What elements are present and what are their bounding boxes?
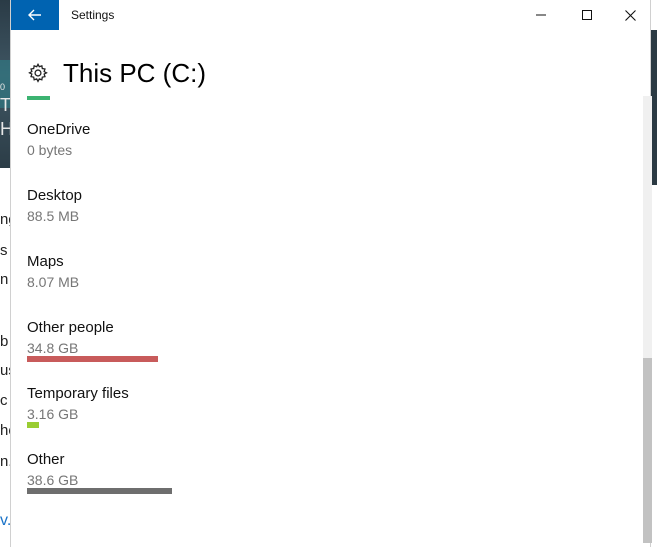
category-name: OneDrive [27, 121, 91, 138]
scrollbar[interactable] [643, 96, 652, 543]
gear-icon [28, 62, 48, 83]
list-item[interactable]: OneDrive 0 bytes [27, 121, 627, 187]
background-window-left: 0 T H ng s n b us c he n. v. [0, 0, 10, 547]
list-item[interactable]: Temporary files 3.16 GB [27, 385, 627, 451]
background-link: v. [0, 512, 10, 529]
page-title: This PC (C:) [63, 57, 206, 88]
background-text: us [0, 362, 10, 379]
page-header: This PC (C:) [27, 56, 206, 90]
settings-window: Settings This PC (C:) OneDrive 0 bytes D… [10, 0, 652, 547]
category-name: Other people [27, 319, 114, 336]
close-button[interactable] [607, 0, 653, 30]
background-text: n [0, 271, 9, 288]
minimize-icon [536, 14, 546, 16]
background-text: s [0, 242, 8, 259]
list-item[interactable]: Desktop 88.5 MB [27, 187, 627, 253]
usage-bar [27, 356, 158, 362]
back-arrow-icon [28, 9, 41, 21]
category-name: Other [27, 451, 65, 468]
background-text: H [0, 119, 10, 139]
background-text: T [0, 95, 10, 115]
category-size: 88.5 MB [27, 208, 80, 224]
title-bar: Settings [11, 0, 650, 30]
list-item[interactable]: Other people 34.8 GB [27, 319, 627, 385]
maximize-button[interactable] [564, 0, 610, 30]
list-item[interactable]: Maps 8.07 MB [27, 253, 627, 319]
category-size: 3.16 GB [27, 406, 79, 422]
category-name: Temporary files [27, 385, 129, 402]
minimize-button[interactable] [518, 0, 564, 30]
background-text: he [0, 422, 10, 439]
maximize-icon [582, 10, 592, 20]
usage-bar [27, 422, 39, 428]
scrollbar-thumb[interactable] [643, 358, 652, 543]
background-text: n. [0, 453, 10, 470]
category-size: 38.6 GB [27, 472, 79, 488]
background-text: ng [0, 211, 10, 228]
category-name: Maps [27, 253, 64, 270]
close-icon [624, 9, 636, 21]
background-text: 0 [0, 82, 6, 92]
category-size: 34.8 GB [27, 340, 79, 356]
category-size: 8.07 MB [27, 274, 80, 290]
category-size: 0 bytes [27, 142, 73, 158]
window-title: Settings [71, 8, 115, 22]
category-name: Desktop [27, 187, 83, 204]
background-text: b [0, 333, 9, 350]
list-item[interactable]: Other 38.6 GB [27, 451, 627, 517]
usage-bar [27, 488, 172, 494]
back-button[interactable] [11, 0, 59, 30]
background-text: c [0, 392, 8, 409]
storage-category-list: OneDrive 0 bytes Desktop 88.5 MB Maps 8.… [27, 121, 627, 517]
drive-usage-bar [27, 96, 50, 100]
